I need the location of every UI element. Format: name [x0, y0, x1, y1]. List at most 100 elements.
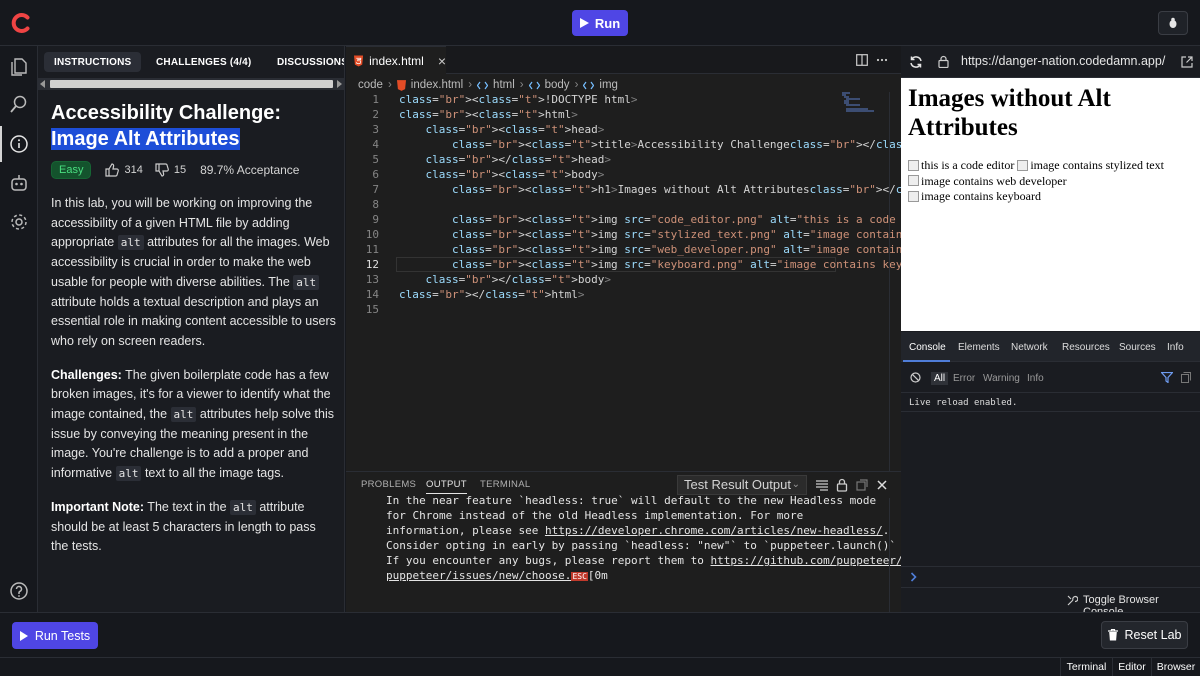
status-terminal-button[interactable]: Terminal [1060, 658, 1112, 676]
status-browser-button[interactable]: Browser [1151, 658, 1200, 676]
tab-output[interactable]: OUTPUT [426, 479, 467, 494]
code-line[interactable]: 8 [346, 197, 836, 212]
code-line[interactable]: 7 class="br"><class="t">h1>Images withou… [346, 182, 982, 197]
lock-icon[interactable] [835, 478, 849, 492]
clear-console-icon[interactable] [910, 372, 921, 383]
code-line[interactable]: 1 class="br"><class="t">!DOCTYPE html> [346, 92, 836, 107]
breadcrumb-item[interactable]: index.html [411, 79, 463, 91]
like-button[interactable]: 314 [105, 163, 143, 177]
minimap[interactable] [842, 92, 882, 112]
maximize-panel-icon[interactable] [855, 478, 869, 492]
instructions-content: Accessibility Challenge: Image Alt Attrib… [51, 100, 336, 557]
tab-challenges[interactable]: CHALLENGES (4/4) [146, 52, 261, 72]
info-icon[interactable] [8, 133, 30, 155]
github-issue-link[interactable]: puppeteer/issues/new/choose. [386, 569, 571, 582]
chevron-right-icon: › [387, 79, 392, 91]
devtools-tab-network[interactable]: Network [1011, 342, 1048, 353]
panel-vertical-scrollbar[interactable] [889, 498, 901, 613]
browser-viewport: Images without Alt Attributes this is a … [901, 78, 1200, 331]
output-text-fragment: [0m [587, 569, 608, 582]
devtools-tab-console[interactable]: Console [909, 342, 946, 353]
code-line[interactable]: 4 class="br"><class="t">title>Accessibil… [346, 137, 982, 152]
code-line[interactable]: 15 [346, 302, 836, 317]
bug-report-button[interactable] [1158, 11, 1188, 35]
chevron-right-icon: › [519, 79, 524, 91]
code-line[interactable]: 10 class="br"><class="t">img src="styliz… [346, 227, 1022, 242]
devtools-tab-sources[interactable]: Sources [1119, 342, 1156, 353]
files-icon[interactable] [8, 56, 30, 78]
inline-code: alt [293, 274, 320, 290]
run-tests-button[interactable]: Run Tests [12, 622, 98, 649]
element-icon [528, 81, 540, 89]
filter-warning[interactable]: Warning [983, 373, 1020, 384]
code-line[interactable]: 5 class="br"></class="t">head> [346, 152, 836, 167]
scrollbar-thumb[interactable] [50, 80, 333, 88]
headless-docs-link[interactable]: https://developer.chrome.com/articles/ne… [545, 524, 883, 537]
more-actions-icon[interactable] [876, 54, 888, 66]
browser-url[interactable]: https://danger-nation.codedamn.app/ [961, 54, 1165, 68]
broken-image-icon [1017, 159, 1029, 171]
code-line[interactable]: 2 class="br"><class="t">html> [346, 107, 836, 122]
breadcrumb-item[interactable]: code [358, 79, 383, 91]
line-number: 2 [372, 108, 379, 121]
close-tab-icon[interactable]: × [438, 53, 446, 69]
clear-output-icon[interactable] [815, 478, 829, 492]
tab-terminal[interactable]: TERMINAL [480, 479, 530, 490]
run-tests-label: Run Tests [34, 628, 91, 643]
action-bar: Run Tests Reset Lab [0, 612, 1200, 657]
devtools-tab-info[interactable]: Info [1167, 342, 1184, 353]
code-line[interactable]: 13 class="br"></class="t">body> [346, 272, 836, 287]
close-panel-icon[interactable] [875, 478, 889, 492]
console-divider [901, 411, 1200, 412]
line-number: 3 [372, 123, 379, 136]
help-icon[interactable] [8, 580, 30, 602]
copy-icon[interactable] [1181, 372, 1191, 383]
codedamn-logo[interactable] [10, 11, 34, 35]
inline-code: alt [230, 499, 256, 515]
devtools-tab-resources[interactable]: Resources [1062, 342, 1110, 353]
horizontal-scrollbar[interactable] [38, 78, 344, 90]
status-editor-button[interactable]: Editor [1112, 658, 1151, 676]
dislike-button[interactable]: 15 [155, 163, 186, 177]
split-editor-icon[interactable] [856, 54, 868, 66]
filter-error[interactable]: Error [953, 373, 975, 384]
console-input[interactable] [901, 566, 1200, 586]
ai-bot-icon[interactable] [8, 172, 30, 194]
scroll-right-icon[interactable] [337, 80, 342, 88]
broken-image-icon [908, 190, 919, 202]
tab-discussions[interactable]: DISCUSSIONS [267, 52, 344, 72]
code-area[interactable]: 1 class="br"><class="t">!DOCTYPE html> 2 cl… [346, 92, 1029, 362]
run-button[interactable]: Run [572, 10, 628, 36]
github-issue-link[interactable]: https://github.com/puppeteer/ [711, 554, 903, 567]
filter-info[interactable]: Info [1027, 373, 1044, 384]
tab-problems[interactable]: PROBLEMS [361, 479, 416, 490]
line-code: class="br"></class="t">html> [399, 288, 585, 301]
code-line[interactable]: 3 class="br"><class="t">head> [346, 122, 836, 137]
code-line[interactable]: 14 class="br"></class="t">html> [346, 287, 836, 302]
editor-vertical-scrollbar[interactable] [889, 92, 901, 472]
filter-all[interactable]: All [931, 372, 949, 385]
reset-lab-button[interactable]: Reset Lab [1101, 621, 1188, 649]
settings-gear-icon[interactable] [8, 211, 30, 233]
devtools-tab-elements[interactable]: Elements [958, 342, 1000, 353]
code-line[interactable]: 6 class="br"><class="t">body> [346, 167, 836, 182]
element-icon [583, 81, 595, 89]
code-line[interactable]: 9 class="br"><class="t">img src="code_ed… [346, 212, 955, 227]
reload-icon[interactable] [909, 55, 923, 69]
inline-code: alt [117, 235, 144, 251]
output-channel-select[interactable]: Test Result Output ⌄ [677, 475, 807, 495]
challenges-paragraph: Challenges: The given boilerplate code h… [51, 366, 336, 484]
editor-tab-index-html[interactable]: index.html × [346, 46, 446, 74]
breadcrumb-item[interactable]: body [545, 79, 570, 91]
filter-funnel-icon[interactable] [1161, 372, 1173, 383]
open-external-icon[interactable] [1181, 56, 1193, 68]
breadcrumb-item[interactable]: img [599, 79, 618, 91]
code-line[interactable]: 12 class="br"><class="t">img src="keyboa… [346, 257, 955, 272]
breadcrumb-item[interactable]: html [493, 79, 515, 91]
tab-instructions[interactable]: INSTRUCTIONS [44, 52, 142, 72]
search-icon[interactable] [8, 93, 30, 115]
code-line[interactable]: 11 class="br"><class="t">img src="web_de… [346, 242, 1029, 257]
toggle-browser-console[interactable]: Toggle Browser Console [901, 587, 1200, 618]
scroll-left-icon[interactable] [40, 80, 45, 88]
line-number: 12 [365, 258, 379, 271]
